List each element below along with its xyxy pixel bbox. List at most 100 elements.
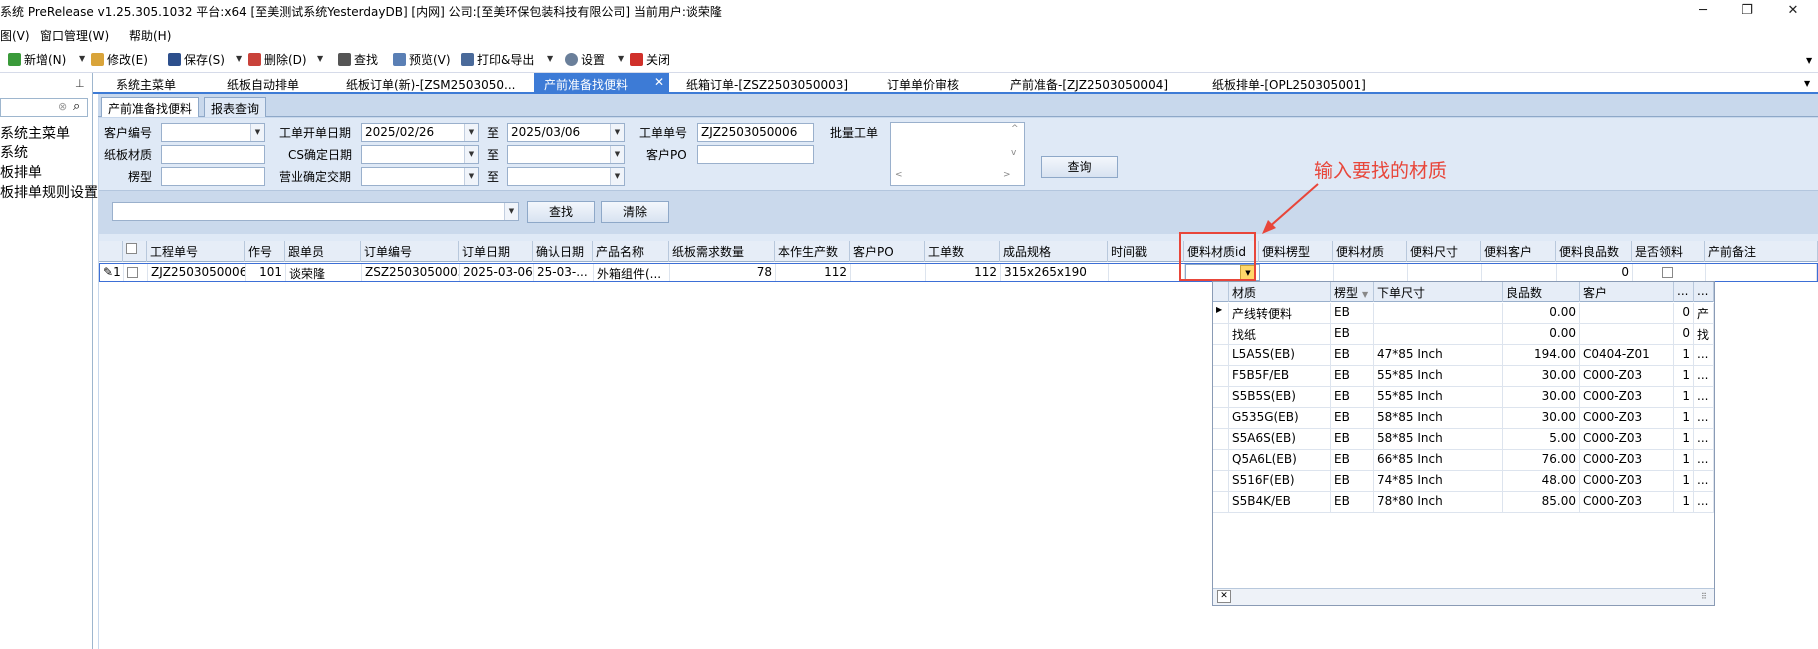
popup-cell-good-qty[interactable]: 5.00: [1503, 429, 1580, 449]
popup-cell-col7[interactable]: 产: [1694, 303, 1714, 323]
popup-cell-col7[interactable]: ...: [1694, 450, 1714, 470]
board-material-field[interactable]: [161, 145, 265, 164]
popup-cell-col6[interactable]: 0: [1674, 324, 1694, 344]
new-dropdown-icon[interactable]: ▼: [79, 54, 85, 63]
popup-cell-col6[interactable]: 1: [1674, 429, 1694, 449]
popup-cell-col6[interactable]: 1: [1674, 387, 1694, 407]
close-popup-icon[interactable]: ✕: [1217, 590, 1231, 603]
cell-product[interactable]: 外箱组件(...: [594, 264, 670, 281]
grid-header-good-qty[interactable]: 便料良品数: [1556, 241, 1632, 262]
grid-header-project[interactable]: 工程单号: [147, 241, 245, 262]
popup-cell-flute[interactable]: EB: [1331, 471, 1374, 491]
popup-header-material[interactable]: 材质: [1229, 282, 1331, 302]
settings-dropdown-icon[interactable]: ▼: [618, 54, 624, 63]
print-dropdown-icon[interactable]: ▼: [547, 54, 553, 63]
popup-cell-col6[interactable]: 1: [1674, 450, 1694, 470]
grid-header-follower[interactable]: 跟单员: [285, 241, 361, 262]
popup-row[interactable]: L5A5S(EB) EB 47*85 Inch 194.00 C0404-Z01 1...: [1213, 345, 1714, 366]
grid-header-material-customer[interactable]: 便料客户: [1481, 241, 1556, 262]
menu-help[interactable]: 帮助(H): [129, 27, 171, 44]
cell-picked[interactable]: [1633, 264, 1706, 281]
scroll-right-icon[interactable]: >: [1003, 170, 1011, 180]
batch-work-textarea[interactable]: ^ v < >: [890, 122, 1025, 186]
popup-cell-customer[interactable]: C000-Z03: [1580, 492, 1674, 512]
popup-cell-customer[interactable]: C000-Z03: [1580, 408, 1674, 428]
popup-cell-material[interactable]: 产线转便料: [1229, 303, 1331, 323]
cell-material-customer[interactable]: [1482, 264, 1557, 281]
save-button[interactable]: 保存(S): [168, 51, 225, 68]
work-no-field[interactable]: ZJZ2503050006: [697, 123, 814, 142]
popup-row[interactable]: S5B4K/EB EB 78*80 Inch 85.00 C000-Z03 1...: [1213, 492, 1714, 513]
grid-header-order-date[interactable]: 订单日期: [459, 241, 533, 262]
popup-cell-size[interactable]: 74*85 Inch: [1374, 471, 1503, 491]
popup-cell-customer[interactable]: [1580, 303, 1674, 323]
grid-header-customer-po[interactable]: 客户PO: [850, 241, 925, 262]
search-clear-button[interactable]: 清除: [601, 201, 669, 223]
popup-cell-good-qty[interactable]: 194.00: [1503, 345, 1580, 365]
chevron-down-icon[interactable]: ▼: [504, 203, 518, 220]
popup-cell-col6[interactable]: 1: [1674, 471, 1694, 491]
new-button[interactable]: 新增(N): [8, 51, 66, 68]
popup-row[interactable]: S5B5S(EB) EB 55*85 Inch 30.00 C000-Z03 1...: [1213, 387, 1714, 408]
popup-cell-material[interactable]: G535G(EB): [1229, 408, 1331, 428]
popup-cell-material[interactable]: S5B5S(EB): [1229, 387, 1331, 407]
select-all-checkbox[interactable]: [126, 243, 137, 254]
tab-prep-ready[interactable]: 产前准备-[ZJZ2503050004]: [1010, 76, 1168, 93]
popup-cell-flute[interactable]: EB: [1331, 429, 1374, 449]
restore-icon[interactable]: ❐: [1724, 0, 1770, 23]
pin-icon[interactable]: ⊥: [75, 77, 85, 90]
popup-row[interactable]: S5A6S(EB) EB 58*85 Inch 5.00 C000-Z03 1...: [1213, 429, 1714, 450]
popup-cell-size[interactable]: 55*85 Inch: [1374, 366, 1503, 386]
close-window-icon[interactable]: ✕: [1770, 0, 1816, 23]
grid-header-zuo[interactable]: 作号: [245, 241, 285, 262]
cell-confirm-date[interactable]: 25-03-...: [534, 264, 594, 281]
popup-cell-material[interactable]: F5B5F/EB: [1229, 366, 1331, 386]
nav-item-schedule-rules[interactable]: 板排单规则设置: [0, 182, 98, 202]
popup-cell-flute[interactable]: EB: [1331, 492, 1374, 512]
popup-cell-col7[interactable]: ...: [1694, 429, 1714, 449]
popup-header-size[interactable]: 下单尺寸: [1374, 282, 1503, 302]
popup-row[interactable]: S516F(EB) EB 74*85 Inch 48.00 C000-Z03 1...: [1213, 471, 1714, 492]
popup-header-good-qty[interactable]: 良品数: [1503, 282, 1580, 302]
grid-header-prod-qty[interactable]: 本作生产数: [775, 241, 850, 262]
popup-cell-good-qty[interactable]: 0.00: [1503, 303, 1580, 323]
resize-grip-icon[interactable]: ⠿: [1701, 592, 1707, 601]
popup-cell-flute[interactable]: EB: [1331, 324, 1374, 344]
popup-header-customer[interactable]: 客户: [1580, 282, 1674, 302]
chevron-down-icon[interactable]: ▼: [610, 146, 624, 163]
popup-cell-customer[interactable]: C000-Z03: [1580, 450, 1674, 470]
cell-material-flute[interactable]: [1260, 264, 1334, 281]
popup-cell-material[interactable]: S5A6S(EB): [1229, 429, 1331, 449]
popup-cell-material[interactable]: S516F(EB): [1229, 471, 1331, 491]
grid-header-work-qty[interactable]: 工单数: [925, 241, 1000, 262]
popup-cell-col6[interactable]: 0: [1674, 303, 1694, 323]
tab-main-menu[interactable]: 系统主菜单: [116, 76, 176, 93]
popup-cell-customer[interactable]: C000-Z03: [1580, 429, 1674, 449]
picked-checkbox[interactable]: [1662, 267, 1673, 278]
popup-cell-flute[interactable]: EB: [1331, 450, 1374, 470]
popup-cell-col6[interactable]: 1: [1674, 492, 1694, 512]
menu-view[interactable]: 图(V): [0, 27, 30, 44]
sales-date-to-field[interactable]: ▼: [507, 167, 625, 186]
popup-header-col6[interactable]: ...: [1674, 282, 1694, 302]
customer-po-field[interactable]: [697, 145, 814, 164]
popup-cell-material[interactable]: S5B4K/EB: [1229, 492, 1331, 512]
start-date-to-field[interactable]: 2025/03/06 ▼: [507, 123, 625, 142]
popup-cell-customer[interactable]: C000-Z03: [1580, 471, 1674, 491]
start-date-from-field[interactable]: 2025/02/26 ▼: [361, 123, 479, 142]
cell-timestamp[interactable]: [1109, 264, 1185, 281]
cell-prod-qty[interactable]: 112: [776, 264, 851, 281]
popup-cell-customer[interactable]: C0404-Z01: [1580, 345, 1674, 365]
settings-button[interactable]: 设置: [565, 51, 605, 68]
toolbar-overflow-icon[interactable]: ▼: [1806, 56, 1812, 65]
popup-cell-customer[interactable]: C000-Z03: [1580, 387, 1674, 407]
popup-cell-good-qty[interactable]: 30.00: [1503, 387, 1580, 407]
popup-cell-col6[interactable]: 1: [1674, 345, 1694, 365]
tab-auto-board-schedule[interactable]: 纸板自动排单: [227, 76, 299, 93]
search-icon[interactable]: ⌕: [73, 99, 80, 114]
popup-cell-col7[interactable]: ...: [1694, 387, 1714, 407]
delete-button[interactable]: 删除(D): [248, 51, 307, 68]
menu-window[interactable]: 窗口管理(W): [40, 27, 109, 44]
close-tab-icon[interactable]: ✕: [654, 75, 664, 89]
search-find-button[interactable]: 查找: [527, 201, 595, 223]
